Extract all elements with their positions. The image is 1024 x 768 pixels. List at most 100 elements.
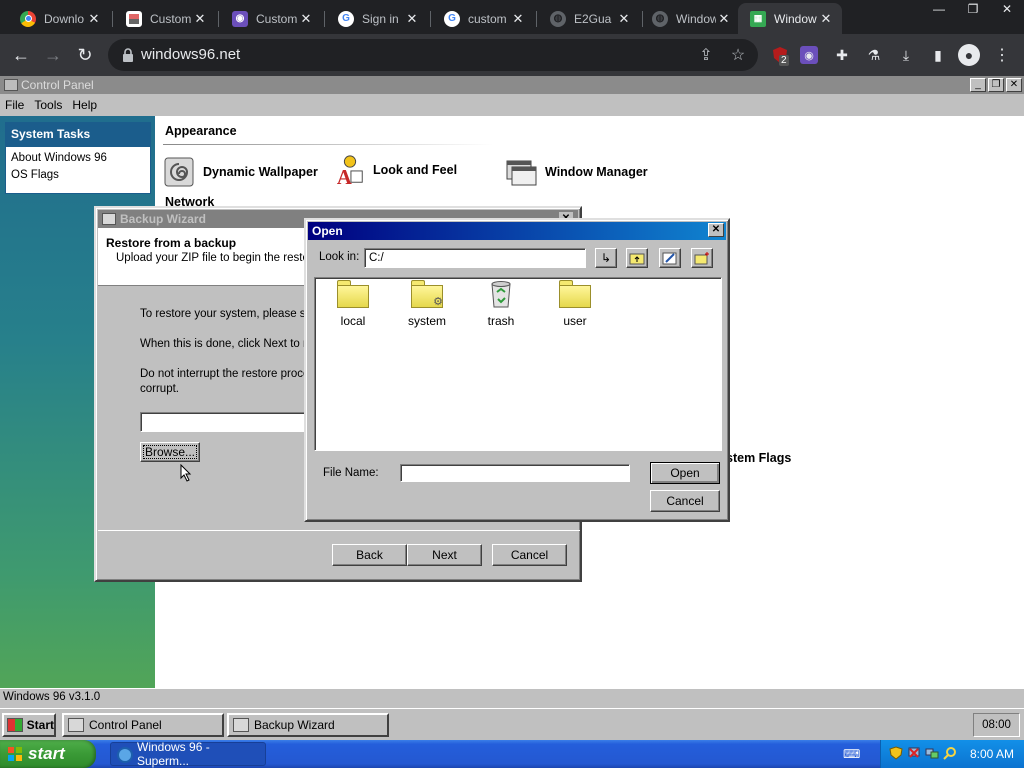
maximize-icon[interactable]: ❐ (988, 78, 1004, 92)
go-arrow-icon[interactable]: ↳ (595, 248, 617, 268)
open-dialog-window: Open ✕ Look in: ↳ local ⚙ system t (304, 218, 730, 522)
search-magnifier-icon[interactable] (943, 746, 957, 760)
tab-close-icon[interactable]: ✕ (404, 11, 420, 27)
menu-help[interactable]: Help (67, 98, 102, 112)
close-icon[interactable]: ✕ (708, 223, 724, 237)
puzzle-extensions-icon[interactable]: ✚ (832, 45, 852, 65)
menu-tools[interactable]: Tools (29, 98, 67, 112)
new-folder-icon[interactable] (691, 248, 713, 268)
system-tasks-panel: System Tasks About Windows 96 OS Flags (5, 122, 151, 194)
google-icon: G (444, 10, 460, 27)
network-disconnected-icon[interactable] (907, 746, 921, 760)
close-icon[interactable]: ✕ (990, 0, 1024, 18)
wizard-heading: Restore from a backup (106, 236, 237, 250)
ublock-origin-icon[interactable]: 2 (770, 45, 790, 66)
look-and-feel-icon: A (337, 155, 363, 186)
url-text: windows96.net (141, 46, 241, 63)
up-folder-icon[interactable] (626, 248, 648, 268)
file-list-view[interactable]: local ⚙ system trash user (314, 277, 722, 451)
backup-file-path-field[interactable] (140, 412, 310, 432)
open-button[interactable]: Open (650, 462, 720, 484)
tampermonkey-icon[interactable]: ◉ (800, 46, 818, 64)
menu-file[interactable]: File (0, 98, 29, 112)
applet-system-flags[interactable]: stem Flags (726, 451, 791, 465)
applet-look-and-feel[interactable]: A Look and Feel (333, 154, 457, 186)
xp-start-button[interactable]: start (0, 740, 96, 768)
tab-close-icon[interactable]: ✕ (510, 11, 526, 27)
instruction-text: Do not interrupt the restore process, (140, 368, 325, 380)
instruction-text: When this is done, click Next to rest (140, 338, 323, 350)
restore-icon[interactable]: ❐ (956, 0, 990, 18)
window-title: Backup Wizard (120, 212, 206, 226)
back-button[interactable]: Back (332, 544, 407, 566)
bookmark-star-icon[interactable]: ☆ (728, 45, 748, 65)
tab-close-icon[interactable]: ✕ (716, 11, 732, 27)
tab-close-icon[interactable]: ✕ (192, 11, 208, 27)
browser-tab-active[interactable]: ▦ Window ✕ (738, 3, 842, 34)
w96-task-control-panel[interactable]: Control Panel (62, 713, 224, 737)
reload-icon[interactable]: ↻ (72, 42, 98, 68)
tab-close-icon[interactable]: ✕ (298, 11, 314, 27)
instruction-text: corrupt. (140, 383, 179, 395)
labs-flask-icon[interactable]: ⚗ (864, 45, 884, 65)
close-icon[interactable]: ✕ (1006, 78, 1022, 92)
forward-arrow-icon[interactable]: → (40, 42, 66, 68)
google-icon: G (338, 10, 354, 27)
profile-avatar-icon[interactable]: ● (958, 44, 980, 66)
tab-close-icon[interactable]: ✕ (818, 11, 834, 27)
xp-task-windows96[interactable]: Windows 96 - Superm... (110, 740, 266, 768)
cancel-button[interactable]: Cancel (492, 544, 567, 566)
sidebar-item-about[interactable]: About Windows 96 (6, 147, 150, 166)
minimize-icon[interactable]: _ (970, 78, 986, 92)
task-label: Windows 96 - Superm... (137, 740, 210, 768)
address-bar[interactable]: windows96.net ⇪ ☆ (108, 39, 758, 71)
sidebar-item-os-flags[interactable]: OS Flags (6, 166, 150, 183)
browser-tab[interactable]: ◍ Window ✕ (640, 3, 740, 34)
w96-clock: 08:00 (973, 713, 1020, 737)
w96-start-button[interactable]: Start (2, 713, 56, 737)
browser-tab-title: Downlo (44, 11, 85, 26)
browse-button[interactable]: Browse... (140, 442, 200, 462)
keyboard-icon[interactable]: ⌨ (843, 747, 860, 761)
w96-taskbar: Start Control Panel Backup Wizard 08:00 (0, 708, 1024, 740)
side-panel-icon[interactable]: ▮ (928, 45, 948, 65)
back-arrow-icon[interactable]: ← (8, 42, 34, 68)
menu-kebab-icon[interactable]: ⋮ (992, 45, 1012, 65)
minimize-icon[interactable]: — (922, 0, 956, 18)
rename-edit-icon[interactable] (659, 248, 681, 268)
cancel-button[interactable]: Cancel (650, 490, 720, 512)
file-item-system[interactable]: ⚙ system (397, 280, 457, 328)
applet-window-manager[interactable]: Window Manager (505, 156, 648, 188)
browser-tab[interactable]: ◍ E2Gua ✕ (538, 3, 640, 34)
open-dialog-titlebar[interactable]: Open ✕ (308, 222, 726, 240)
browser-tab[interactable]: Downlo ✕ (8, 3, 110, 34)
file-item-label: local (340, 314, 366, 328)
browser-tab[interactable]: G Sign in ✕ (326, 3, 428, 34)
applet-dynamic-wallpaper[interactable]: Dynamic Wallpaper (163, 156, 318, 188)
browser-tab[interactable]: Custom ✕ (114, 3, 216, 34)
browser-tab[interactable]: ◉ Custom ✕ (220, 3, 322, 34)
file-item-user[interactable]: user (545, 280, 605, 328)
download-icon[interactable]: ⤓ (896, 45, 916, 65)
network-icon[interactable] (925, 746, 939, 760)
tab-close-icon[interactable]: ✕ (616, 11, 632, 27)
wallpaper-swirl-icon (164, 157, 194, 187)
browser-tab[interactable]: G custom ✕ (432, 3, 534, 34)
share-icon[interactable]: ⇪ (696, 45, 716, 65)
internet-explorer-icon (117, 747, 133, 763)
w96-task-backup-wizard[interactable]: Backup Wizard (227, 713, 389, 737)
security-shield-icon[interactable] (889, 746, 903, 760)
browser-tab-strip: Downlo ✕ Custom ✕ ◉ Custom ✕ G Sign in ✕… (0, 0, 1024, 34)
backup-wizard-icon (102, 213, 116, 225)
file-item-trash[interactable]: trash (471, 280, 531, 328)
file-item-local[interactable]: local (323, 280, 383, 328)
browser-toolbar: ← → ↻ windows96.net ⇪ ☆ 2 ◉ ✚ ⚗ ⤓ ▮ ● ⋮ (0, 34, 1024, 76)
file-item-label: trash (487, 314, 515, 328)
control-panel-titlebar[interactable]: Control Panel _ ❐ ✕ (0, 76, 1024, 94)
windows96-icon: ▦ (750, 10, 766, 27)
file-name-input[interactable] (400, 464, 630, 482)
next-button[interactable]: Next (407, 544, 482, 566)
tab-close-icon[interactable]: ✕ (86, 11, 102, 27)
browser-tab-title: custom (468, 11, 507, 26)
look-in-path-field[interactable] (364, 248, 586, 268)
